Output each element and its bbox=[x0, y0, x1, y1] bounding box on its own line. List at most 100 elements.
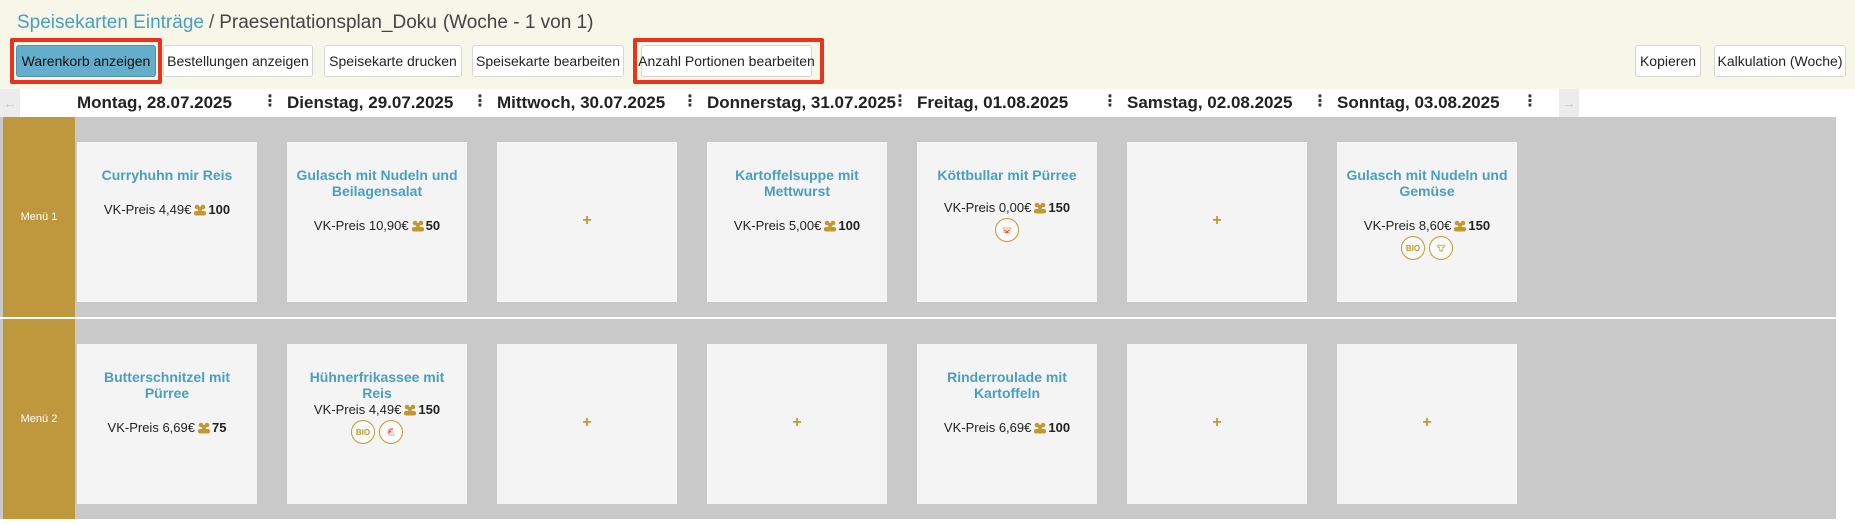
price-value: 4,49€ bbox=[158, 202, 192, 217]
menu-row: Menü 1 Curryhuhn mir Reis VK-Preis 4,49€ 10… bbox=[0, 117, 1836, 317]
day-header: Samstag, 02.08.2025 ⋮ bbox=[1127, 89, 1328, 117]
day-header-label: Donnerstag, 31.07.2025 bbox=[707, 93, 896, 112]
menu-row-label: Menü 1 bbox=[3, 117, 75, 317]
dish-price-row: VK-Preis 8,60€ 150 bbox=[1337, 218, 1517, 233]
price-value: 6,69€ bbox=[998, 420, 1032, 435]
price-label: VK-Preis bbox=[313, 218, 366, 233]
day-header: Sonntag, 03.08.2025 ⋮ bbox=[1337, 89, 1538, 117]
breadcrumb-separator: / bbox=[208, 12, 215, 33]
price-value: 6,69€ bbox=[162, 420, 195, 435]
dish-card[interactable]: Rinderroulade mit Kartoffeln VK-Preis 6,6… bbox=[917, 344, 1097, 504]
dish-title[interactable]: Köttbullar mit Pürree bbox=[925, 167, 1089, 183]
dish-title[interactable]: Kartoffelsuppe mit Mettwurst bbox=[715, 167, 879, 199]
portions-icon bbox=[401, 402, 418, 417]
highlight-box-cart bbox=[10, 38, 162, 84]
dish-card[interactable]: Hühnerfrikassee mit Reis VK-Preis 4,49€ 15… bbox=[287, 344, 467, 504]
empty-menu-cell[interactable]: + bbox=[1127, 142, 1307, 302]
dish-card[interactable]: Butterschnitzel mit Pürree VK-Preis 6,69€… bbox=[77, 344, 257, 504]
weekly-calculation-button[interactable]: Kalkulation (Woche) bbox=[1714, 45, 1846, 77]
empty-menu-cell[interactable]: + bbox=[497, 344, 677, 504]
add-dish-icon[interactable]: + bbox=[1127, 212, 1307, 230]
dish-price-row: VK-Preis 0,00€ 150 bbox=[917, 200, 1097, 215]
day-options-icon[interactable]: ⋮ bbox=[1102, 93, 1118, 111]
chicken-icon: 🐔 bbox=[379, 420, 403, 444]
breadcrumb-link-menu-entries[interactable]: Speisekarten Einträge bbox=[17, 12, 204, 33]
bio-icon: BIO bbox=[1401, 236, 1425, 260]
highlight-box-portions bbox=[633, 38, 824, 84]
add-dish-icon[interactable]: + bbox=[497, 414, 677, 432]
cow-icon: 🐮 bbox=[1429, 236, 1453, 260]
dish-title[interactable]: Curryhuhn mir Reis bbox=[85, 167, 249, 183]
empty-menu-cell[interactable]: + bbox=[497, 142, 677, 302]
dish-title[interactable]: Gulasch mit Nudeln und Gemüse bbox=[1345, 167, 1509, 199]
price-label: VK-Preis bbox=[313, 402, 366, 417]
day-options-icon[interactable]: ⋮ bbox=[262, 93, 278, 111]
empty-menu-cell[interactable]: + bbox=[1127, 344, 1307, 504]
add-dish-icon[interactable]: + bbox=[1127, 414, 1307, 432]
day-header-row: ← Montag, 28.07.2025 ⋮ Dienstag, 29.07.202… bbox=[0, 89, 1855, 117]
day-header: Freitag, 01.08.2025 ⋮ bbox=[917, 89, 1118, 117]
menu-row-label: Menü 2 bbox=[3, 319, 75, 519]
dish-title[interactable]: Rinderroulade mit Kartoffeln bbox=[925, 369, 1089, 401]
price-label: VK-Preis bbox=[107, 420, 159, 435]
edit-menu-button[interactable]: Speisekarte bearbeiten bbox=[472, 45, 624, 77]
dish-title[interactable]: Hühnerfrikassee mit Reis bbox=[295, 369, 459, 401]
day-header-label: Dienstag, 29.07.2025 bbox=[287, 93, 454, 112]
portions-count: 75 bbox=[212, 420, 227, 435]
portions-icon bbox=[1031, 200, 1048, 215]
price-label: VK-Preis bbox=[943, 420, 996, 435]
page-title: Praesentationsplan_Doku bbox=[219, 12, 437, 33]
price-value: 8,60€ bbox=[1418, 218, 1452, 233]
portions-count: 150 bbox=[1468, 218, 1491, 233]
price-label: VK-Preis bbox=[943, 200, 996, 215]
dish-price-row: VK-Preis 10,90€ 50 bbox=[287, 218, 467, 233]
day-options-icon[interactable]: ⋮ bbox=[682, 93, 698, 111]
print-menu-button[interactable]: Speisekarte drucken bbox=[324, 45, 462, 77]
dish-title[interactable]: Gulasch mit Nudeln und Beilagensalat bbox=[295, 167, 459, 199]
dish-card[interactable]: Curryhuhn mir Reis VK-Preis 4,49€ 100 bbox=[77, 142, 257, 302]
dish-price-row: VK-Preis 4,49€ 150 bbox=[287, 402, 467, 417]
dish-price-row: VK-Preis 4,49€ 100 bbox=[77, 202, 257, 217]
day-header: Dienstag, 29.07.2025 ⋮ bbox=[287, 89, 488, 117]
dish-card[interactable]: Gulasch mit Nudeln und Beilagensalat VK-P… bbox=[287, 142, 467, 302]
portions-count: 50 bbox=[425, 218, 441, 233]
empty-menu-cell[interactable]: + bbox=[707, 344, 887, 504]
day-options-icon[interactable]: ⋮ bbox=[472, 93, 488, 111]
portions-icon bbox=[821, 218, 838, 233]
price-value: 10,90€ bbox=[368, 218, 409, 233]
day-header: Montag, 28.07.2025 ⋮ bbox=[77, 89, 278, 117]
price-value: 5,00€ bbox=[788, 218, 822, 233]
empty-menu-cell[interactable]: + bbox=[1337, 344, 1517, 504]
copy-button[interactable]: Kopieren bbox=[1635, 45, 1701, 77]
add-dish-icon[interactable]: + bbox=[1337, 414, 1517, 432]
portions-icon bbox=[409, 218, 426, 233]
dish-card[interactable]: Köttbullar mit Pürree VK-Preis 0,00€ 150 🐷 bbox=[917, 142, 1097, 302]
dish-card[interactable]: Kartoffelsuppe mit Mettwurst VK-Preis 5,0… bbox=[707, 142, 887, 302]
menu-grid: Menü 1 Curryhuhn mir Reis VK-Preis 4,49€ 10… bbox=[0, 117, 1855, 524]
day-options-icon[interactable]: ⋮ bbox=[892, 93, 908, 111]
portions-count: 100 bbox=[208, 202, 231, 217]
dish-price-row: VK-Preis 6,69€ 100 bbox=[917, 420, 1097, 435]
price-label: VK-Preis bbox=[1363, 218, 1416, 233]
dish-title[interactable]: Butterschnitzel mit Pürree bbox=[85, 369, 249, 401]
bio-icon: BIO bbox=[351, 420, 375, 444]
dish-price-row: VK-Preis 5,00€ 100 bbox=[707, 218, 887, 233]
day-options-icon[interactable]: ⋮ bbox=[1312, 93, 1328, 111]
portions-icon bbox=[1451, 218, 1468, 233]
previous-week-arrow-icon[interactable]: ← bbox=[0, 89, 20, 117]
day-header: Mittwoch, 30.07.2025 ⋮ bbox=[497, 89, 698, 117]
dish-badges: BIO 🐮 bbox=[1337, 236, 1517, 260]
day-header: Donnerstag, 31.07.2025 ⋮ bbox=[707, 89, 908, 117]
add-dish-icon[interactable]: + bbox=[707, 414, 887, 432]
breadcrumb: Speisekarten Einträge / Praesentationsplan… bbox=[17, 12, 593, 34]
next-week-arrow-icon[interactable]: → bbox=[1559, 89, 1579, 117]
add-dish-icon[interactable]: + bbox=[497, 212, 677, 230]
portions-icon bbox=[191, 202, 208, 217]
show-orders-button[interactable]: Bestellungen anzeigen bbox=[163, 45, 313, 77]
day-options-icon[interactable]: ⋮ bbox=[1522, 93, 1538, 111]
dish-badges: 🐷 bbox=[917, 218, 1097, 242]
portions-count: 150 bbox=[1048, 200, 1071, 215]
price-value: 4,49€ bbox=[368, 402, 402, 417]
dish-card[interactable]: Gulasch mit Nudeln und Gemüse VK-Preis 8,… bbox=[1337, 142, 1517, 302]
portions-count: 150 bbox=[418, 402, 441, 417]
